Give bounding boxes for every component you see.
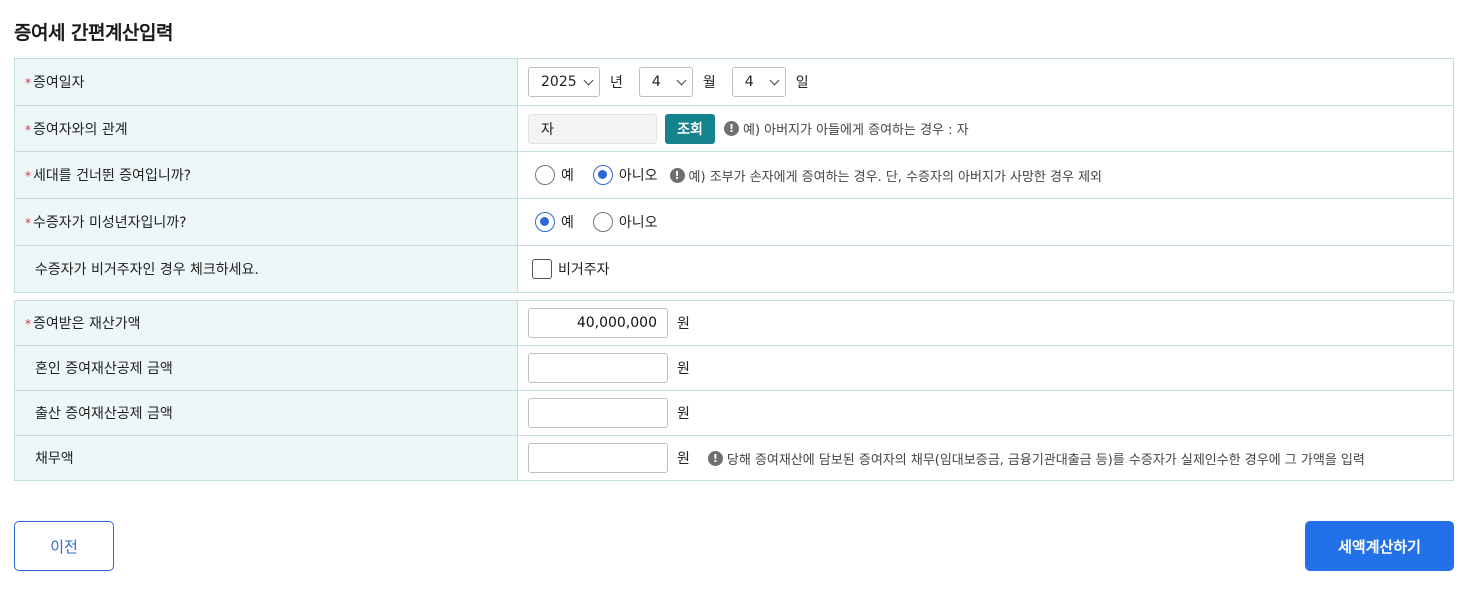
year-unit: 년 <box>610 75 623 91</box>
label-cell: * 증여자와의 관계 <box>14 105 518 152</box>
row-minor: * 수증자가 미성년자입니까? 예 아니오 <box>14 198 1454 246</box>
generation-skip-hint: ! 예) 조부가 손자에게 증여하는 경우. 단, 수증자의 아버지가 사망한 … <box>669 166 1102 185</box>
birth-deduction-input[interactable] <box>528 398 668 428</box>
generation-skip-no-radio[interactable] <box>592 165 613 185</box>
marriage-deduction-label: 혼인 증여재산공제 금액 <box>35 361 173 377</box>
property-value-input[interactable] <box>528 308 668 338</box>
label-cell: * 증여받은 재산가액 <box>14 300 518 346</box>
birth-deduction-label: 출산 증여재산공제 금액 <box>35 406 173 422</box>
exclamation-circle-icon: ! <box>669 167 685 183</box>
relationship-label: 증여자와의 관계 <box>33 121 128 138</box>
radio-label: 예 <box>561 215 574 231</box>
marriage-deduction-input[interactable] <box>528 353 668 383</box>
property-info-table: *증여받은 재산가액 원 혼인 증여재산공제 금액 원 출산 증여재산공제 금액 <box>14 300 1454 481</box>
property-value-label: 증여받은 재산가액 <box>33 316 141 332</box>
relationship-field: 자 <box>528 113 657 144</box>
month-unit: 월 <box>702 75 716 91</box>
generation-skip-yes-radio[interactable] <box>535 165 555 185</box>
year-value: 2025 <box>541 74 577 90</box>
label-cell: * 수증자가 미성년자입니까? <box>14 198 518 246</box>
value-cell: 비거주자 <box>517 245 1454 293</box>
value-cell: 원 ! 당해 증여재산에 담보된 증여자의 채무(임대보증금, 금융기관대출금 … <box>517 435 1454 481</box>
debt-input[interactable] <box>528 443 668 473</box>
minor-no-radio[interactable] <box>592 212 613 232</box>
value-cell: 원 <box>517 390 1454 436</box>
relationship-hint: ! 예) 아버지가 아들에게 증여하는 경우 : 자 <box>724 119 969 138</box>
radio-label: 아니오 <box>618 215 658 231</box>
row-birth-deduction: 출산 증여재산공제 금액 원 <box>14 390 1454 436</box>
row-gift-date: * 증여일자 2025 년 4 월 4 일 <box>14 58 1454 106</box>
label-cell: * 증여일자 <box>14 58 518 106</box>
minor-label: 수증자가 미성년자입니까? <box>33 215 187 231</box>
hint-text: 당해 증여재산에 담보된 증여자의 채무(임대보증금, 금융기관대출금 등)를 … <box>726 452 1365 468</box>
hint-text: 예) 조부가 손자에게 증여하는 경우. 단, 수증자의 아버지가 사망한 경우… <box>688 169 1102 185</box>
radio-label: 예 <box>561 168 574 184</box>
required-mark: * <box>25 216 31 230</box>
value-cell: 2025 년 4 월 4 일 <box>517 58 1454 106</box>
generation-skip-label: 세대를 건너뛴 증여입니까? <box>33 168 192 184</box>
gift-date-label: 증여일자 <box>33 75 85 91</box>
month-value: 4 <box>651 74 661 90</box>
won-unit: 원 <box>677 361 690 377</box>
hint-text: 예) 아버지가 아들에게 증여하는 경우 : 자 <box>743 123 969 138</box>
non-resident-checkbox[interactable] <box>532 259 552 279</box>
required-mark: * <box>25 122 31 137</box>
row-debt: 채무액 원 ! 당해 증여재산에 담보된 증여자의 채무(임대보증금, 금융기관… <box>14 435 1454 481</box>
row-non-resident: 수증자가 비거주자인 경우 체크하세요. 비거주자 <box>14 245 1454 293</box>
chevron-down-icon <box>769 75 780 85</box>
value-cell: 원 <box>517 345 1454 391</box>
checkbox-label: 비거주자 <box>558 262 610 278</box>
non-resident-label: 수증자가 비거주자인 경우 체크하세요. <box>35 262 259 278</box>
required-mark: * <box>25 317 31 331</box>
chevron-down-icon <box>676 75 687 85</box>
row-relationship: * 증여자와의 관계 자 조회 ! 예) 아버지가 아들에게 증여하는 경우 : … <box>14 105 1454 152</box>
exclamation-circle-icon: ! <box>724 121 739 136</box>
won-unit: 원 <box>677 316 690 332</box>
required-mark: * <box>25 169 31 183</box>
debt-label: 채무액 <box>35 451 74 467</box>
row-generation-skip: * 세대를 건너뛴 증여입니까? 예 아니오 ! 예) 조부가 손자에게 증여하는… <box>14 151 1454 199</box>
won-unit: 원 <box>677 451 690 467</box>
lookup-button[interactable]: 조회 <box>665 113 715 144</box>
label-cell: 출산 증여재산공제 금액 <box>14 390 518 436</box>
year-select[interactable]: 2025 <box>528 67 600 97</box>
prev-button[interactable]: 이전 <box>14 521 114 571</box>
day-unit: 일 <box>795 75 809 91</box>
month-select[interactable]: 4 <box>638 67 693 97</box>
basic-info-table: * 증여일자 2025 년 4 월 4 일 * 증여자와의 관계 자 조회 ! … <box>14 58 1454 293</box>
minor-yes-radio[interactable] <box>535 212 555 232</box>
debt-hint: ! 당해 증여재산에 담보된 증여자의 채무(임대보증금, 금융기관대출금 등)… <box>707 449 1365 468</box>
page-title: 증여세 간편계산입력 <box>14 22 173 44</box>
calculate-tax-button[interactable]: 세액계산하기 <box>1305 521 1454 571</box>
row-marriage-deduction: 혼인 증여재산공제 금액 원 <box>14 345 1454 391</box>
value-cell: 자 조회 ! 예) 아버지가 아들에게 증여하는 경우 : 자 <box>517 105 1454 152</box>
required-mark: * <box>25 76 31 90</box>
day-select[interactable]: 4 <box>731 67 786 97</box>
day-value: 4 <box>744 74 754 90</box>
label-cell: 채무액 <box>14 435 518 481</box>
value-cell: 원 <box>517 300 1454 346</box>
label-cell: 혼인 증여재산공제 금액 <box>14 345 518 391</box>
value-cell: 예 아니오 ! 예) 조부가 손자에게 증여하는 경우. 단, 수증자의 아버지… <box>517 151 1454 199</box>
value-cell: 예 아니오 <box>517 198 1454 246</box>
won-unit: 원 <box>677 406 690 422</box>
row-property-value: *증여받은 재산가액 원 <box>14 300 1454 346</box>
exclamation-circle-icon: ! <box>707 450 723 466</box>
label-cell: 수증자가 비거주자인 경우 체크하세요. <box>14 245 518 293</box>
chevron-down-icon <box>583 75 594 85</box>
label-cell: * 세대를 건너뛴 증여입니까? <box>14 151 518 199</box>
radio-label: 아니오 <box>618 168 658 184</box>
